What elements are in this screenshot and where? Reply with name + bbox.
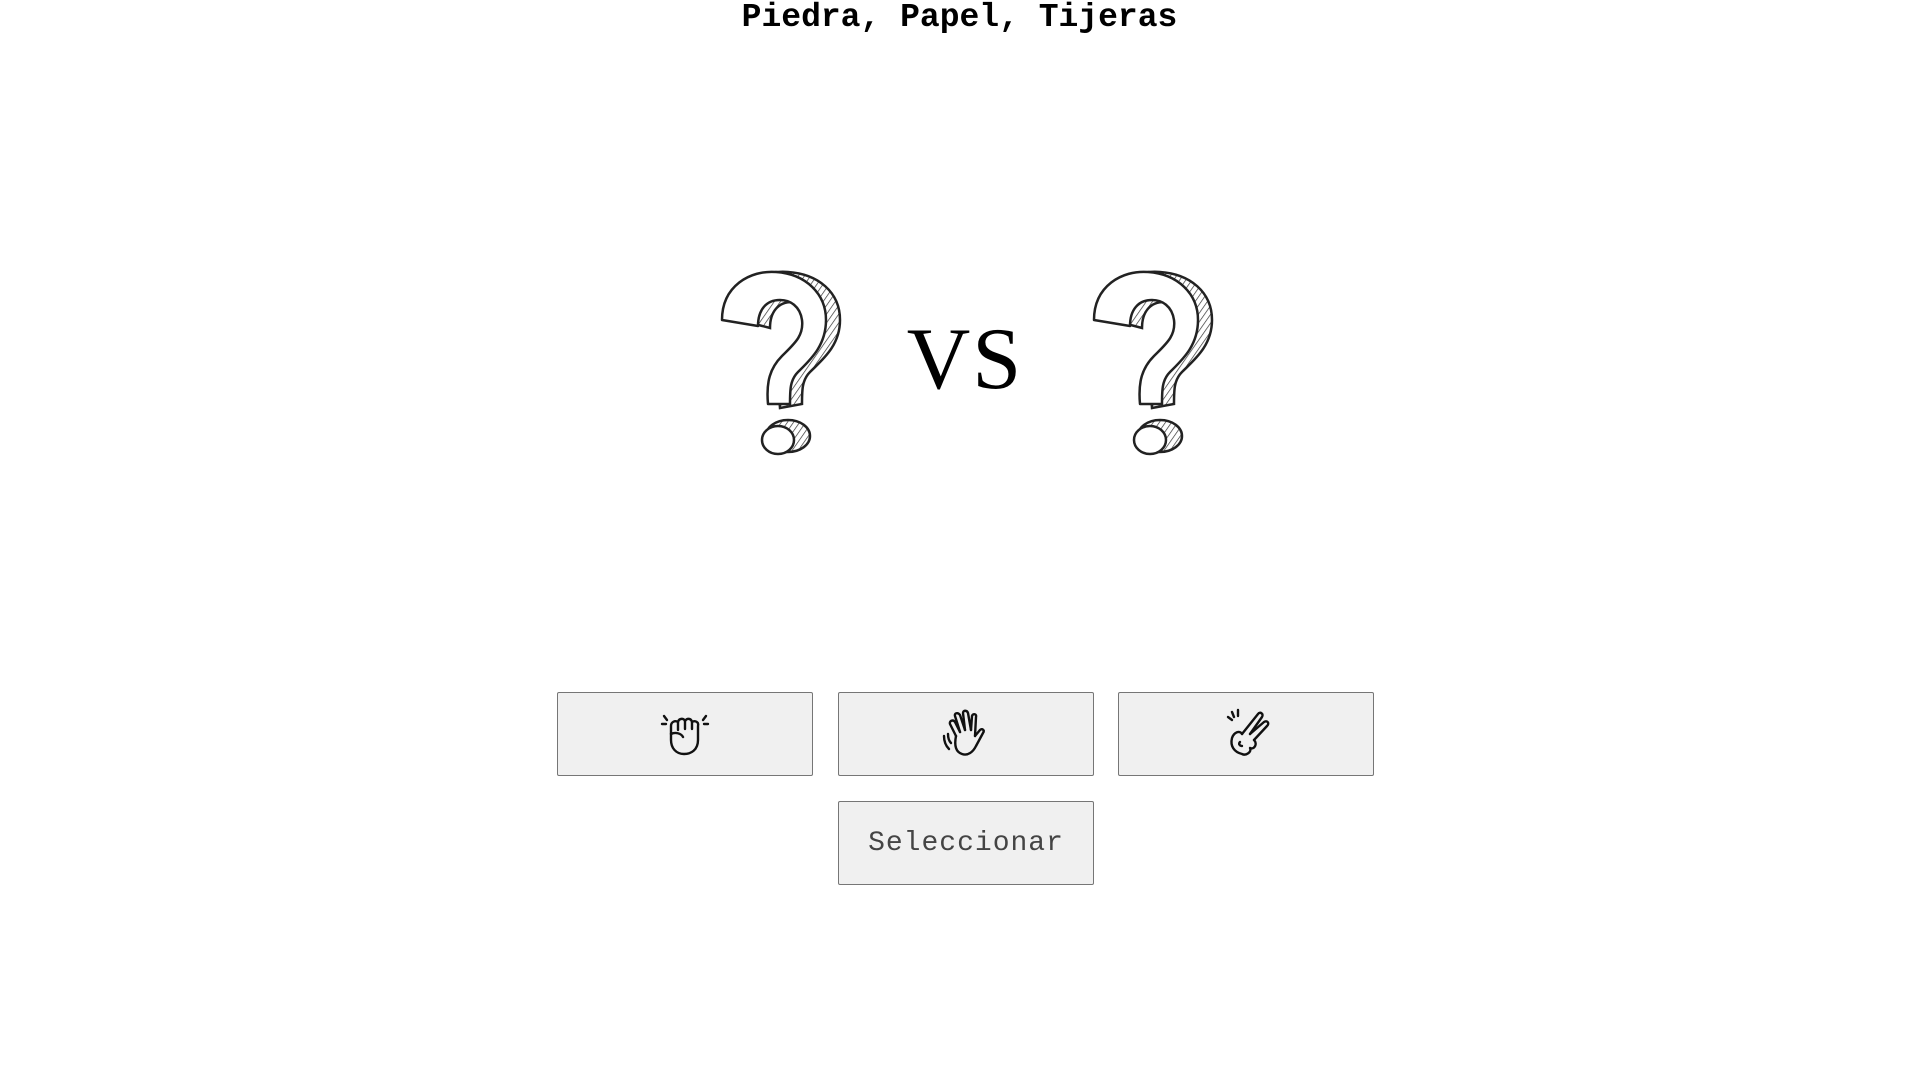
game-page: Piedra, Papel, Tijeras VS Seleccionar: [0, 0, 1919, 1079]
paper-button[interactable]: [838, 692, 1094, 776]
battle-arena: VS: [0, 268, 1919, 458]
question-mark-icon: [1092, 270, 1214, 456]
fist-icon: [660, 714, 710, 756]
page-title: Piedra, Papel, Tijeras: [741, 0, 1178, 36]
question-mark-icon: [720, 270, 842, 456]
select-button[interactable]: Seleccionar: [838, 801, 1094, 885]
scissors-button[interactable]: [1118, 692, 1374, 776]
rock-button[interactable]: [557, 692, 813, 776]
open-hand-icon: [942, 709, 985, 756]
versus-label: VS: [906, 311, 1024, 408]
two-fingers-icon: [1226, 708, 1270, 756]
